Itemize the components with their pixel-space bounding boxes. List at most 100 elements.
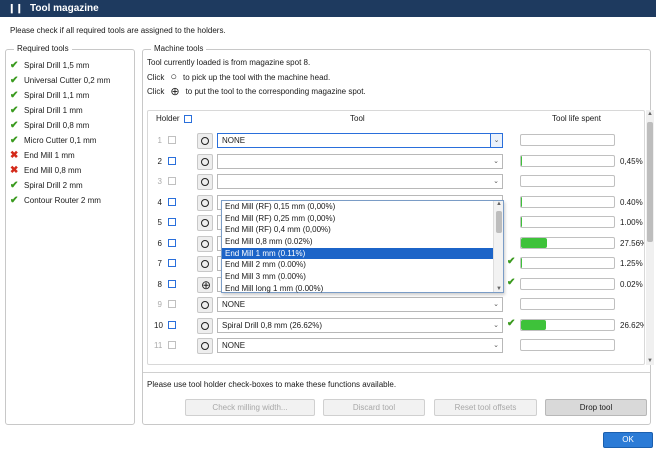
required-tools-list: ✔ Spiral Drill 1,5 mm ✔ Universal Cutter 0,… bbox=[10, 58, 110, 208]
dropdown-option[interactable]: End Mill 2 mm (0.00%) bbox=[222, 259, 503, 271]
holder-table: Holder Tool Tool life spent 1 NONE ⌄ 2 ⌄ 0,45… bbox=[147, 110, 645, 365]
holder-checkbox[interactable] bbox=[168, 197, 176, 206]
holder-checkbox[interactable] bbox=[168, 320, 176, 329]
pick-tool-button[interactable] bbox=[197, 153, 213, 170]
pick-tool-button[interactable] bbox=[197, 194, 213, 211]
check-icon: ✔ bbox=[507, 276, 516, 288]
tool-select[interactable]: NONE ⌄ bbox=[217, 297, 503, 312]
machine-tools-panel: Machine tools Tool currently loaded is f… bbox=[142, 44, 654, 425]
required-tool-label: End Mill 1 mm bbox=[24, 151, 75, 160]
tool-life-percent: 0,45% bbox=[620, 156, 643, 166]
holder-number: 8 bbox=[157, 279, 162, 289]
dropdown-option[interactable]: End Mill (RF) 0,4 mm (0,00%) bbox=[222, 224, 503, 236]
hint-text: Please use tool holder check-boxes to ma… bbox=[147, 380, 397, 389]
required-tool-item: ✔ Spiral Drill 1,1 mm bbox=[10, 88, 110, 103]
required-tool-label: Contour Router 2 mm bbox=[24, 196, 101, 205]
tool-life-percent: 0.02% bbox=[620, 279, 643, 289]
holder-checkbox[interactable] bbox=[168, 300, 176, 308]
pick-tool-button[interactable] bbox=[197, 174, 213, 190]
required-tool-item: ✔ Spiral Drill 1 mm bbox=[10, 103, 110, 118]
pick-info-click: Click bbox=[147, 72, 165, 82]
tool-life-bar bbox=[520, 216, 615, 228]
tool-select[interactable]: ⌄ bbox=[217, 174, 503, 189]
tool-select[interactable]: ⌄ bbox=[217, 153, 503, 169]
scroll-down-icon[interactable]: ▼ bbox=[494, 286, 504, 292]
chevron-down-icon[interactable]: ⌄ bbox=[490, 319, 502, 332]
tool-life-percent: 27.56% bbox=[620, 238, 645, 248]
drop-tool-button[interactable]: Drop tool bbox=[545, 399, 647, 416]
chevron-down-icon[interactable]: ⌄ bbox=[490, 134, 502, 147]
pick-tool-button[interactable] bbox=[197, 338, 213, 354]
holder-select-all-checkbox[interactable] bbox=[184, 115, 192, 123]
holder-checkbox[interactable] bbox=[168, 259, 176, 267]
ok-button[interactable]: OK bbox=[603, 432, 653, 448]
chevron-down-icon[interactable]: ⌄ bbox=[490, 298, 502, 311]
holder-row: 9 NONE ⌄ bbox=[148, 295, 634, 315]
holder-checkbox[interactable] bbox=[168, 238, 176, 247]
check-icon: ✔ bbox=[10, 60, 19, 71]
holder-header: Holder bbox=[156, 114, 180, 123]
chevron-down-icon[interactable]: ⌄ bbox=[490, 339, 502, 352]
chevron-down-icon[interactable]: ⌄ bbox=[490, 175, 502, 188]
life-header: Tool life spent bbox=[552, 114, 601, 123]
discard-tool-button[interactable]: Discard tool bbox=[323, 399, 425, 416]
pick-tool-button[interactable] bbox=[197, 133, 213, 149]
dropdown-scrollbar[interactable]: ▲ ▼ bbox=[493, 201, 503, 292]
dropdown-scroll-thumb[interactable] bbox=[496, 211, 502, 233]
dropdown-option[interactable]: End Mill (RF) 0,25 mm (0,00%) bbox=[222, 213, 503, 225]
dropdown-option[interactable]: End Mill long 1 mm (0.00%) bbox=[222, 283, 503, 295]
holder-checkbox[interactable] bbox=[168, 136, 176, 144]
put-tool-button[interactable]: ⊕ bbox=[197, 276, 213, 293]
holder-number: 10 bbox=[154, 320, 163, 330]
holder-row: 3 ⌄ bbox=[148, 172, 634, 192]
tool-select-value: NONE bbox=[222, 300, 246, 309]
check-icon: ✔ bbox=[10, 90, 19, 101]
pick-tool-button[interactable] bbox=[197, 256, 213, 272]
holder-number: 6 bbox=[157, 238, 162, 248]
holder-row: 2 ⌄ 0,45% bbox=[148, 152, 643, 172]
required-tool-item: ✔ Spiral Drill 1,5 mm bbox=[10, 58, 110, 73]
dropdown-option[interactable]: End Mill 1 mm (0.11%) bbox=[222, 247, 503, 260]
table-scroll-thumb[interactable] bbox=[647, 122, 653, 242]
pick-tool-button[interactable] bbox=[197, 235, 213, 252]
tool-life-bar bbox=[520, 318, 615, 331]
circle-icon bbox=[201, 219, 209, 227]
holder-number: 3 bbox=[157, 177, 162, 186]
crosshair-icon: ⊕ bbox=[170, 86, 180, 98]
dropdown-option[interactable]: End Mill 0,8 mm (0.02%) bbox=[222, 236, 503, 248]
table-scroll-up-icon[interactable]: ▲ bbox=[646, 111, 654, 117]
scroll-up-icon[interactable]: ▲ bbox=[494, 201, 504, 207]
chevron-down-icon[interactable]: ⌄ bbox=[490, 155, 502, 168]
dropdown-option[interactable]: End Mill 3 mm (0.00%) bbox=[222, 271, 503, 283]
tool-life-fill bbox=[521, 258, 523, 268]
check-icon: ✔ bbox=[10, 135, 19, 146]
reset-tool-offsets-button[interactable]: Reset tool offsets bbox=[434, 399, 537, 416]
table-scroll-down-icon[interactable]: ▼ bbox=[646, 358, 654, 364]
dropdown-option[interactable]: End Mill (RF) 0,15 mm (0,00%) bbox=[222, 201, 503, 213]
tool-life-bar bbox=[520, 298, 615, 310]
circle-icon bbox=[201, 137, 209, 145]
required-tool-item: ✖ End Mill 0,8 mm bbox=[10, 163, 110, 178]
tool-select[interactable]: NONE ⌄ bbox=[217, 338, 503, 353]
check-milling-width-button[interactable]: Check milling width... bbox=[185, 399, 315, 416]
holder-checkbox[interactable] bbox=[168, 156, 176, 165]
pick-tool-button[interactable] bbox=[197, 215, 213, 231]
pick-tool-button[interactable] bbox=[197, 297, 213, 313]
pick-tool-button[interactable] bbox=[197, 317, 213, 334]
holder-checkbox[interactable] bbox=[168, 279, 176, 288]
tool-select[interactable]: Spiral Drill 0,8 mm (26.62%) ⌄ bbox=[217, 317, 503, 333]
table-scrollbar[interactable]: ▲ ▼ bbox=[646, 110, 654, 365]
holder-checkbox[interactable] bbox=[168, 177, 176, 185]
tool-select[interactable]: NONE ⌄ bbox=[217, 133, 503, 148]
check-icon: ✔ bbox=[10, 105, 19, 116]
crosshair-icon: ⊕ bbox=[200, 277, 212, 292]
required-tool-label: Spiral Drill 1 mm bbox=[24, 106, 83, 115]
put-info-text: to put the tool to the corresponding mag… bbox=[185, 87, 366, 96]
holder-checkbox[interactable] bbox=[168, 218, 176, 226]
tool-life-bar bbox=[520, 154, 615, 167]
circle-icon: ○ bbox=[170, 71, 177, 83]
cross-icon: ✖ bbox=[10, 165, 19, 176]
holder-number: 11 bbox=[154, 341, 163, 350]
tool-dropdown-list[interactable]: End Mill (RF) 0,15 mm (0,00%) End Mill (R… bbox=[221, 200, 504, 293]
holder-checkbox[interactable] bbox=[168, 341, 176, 349]
